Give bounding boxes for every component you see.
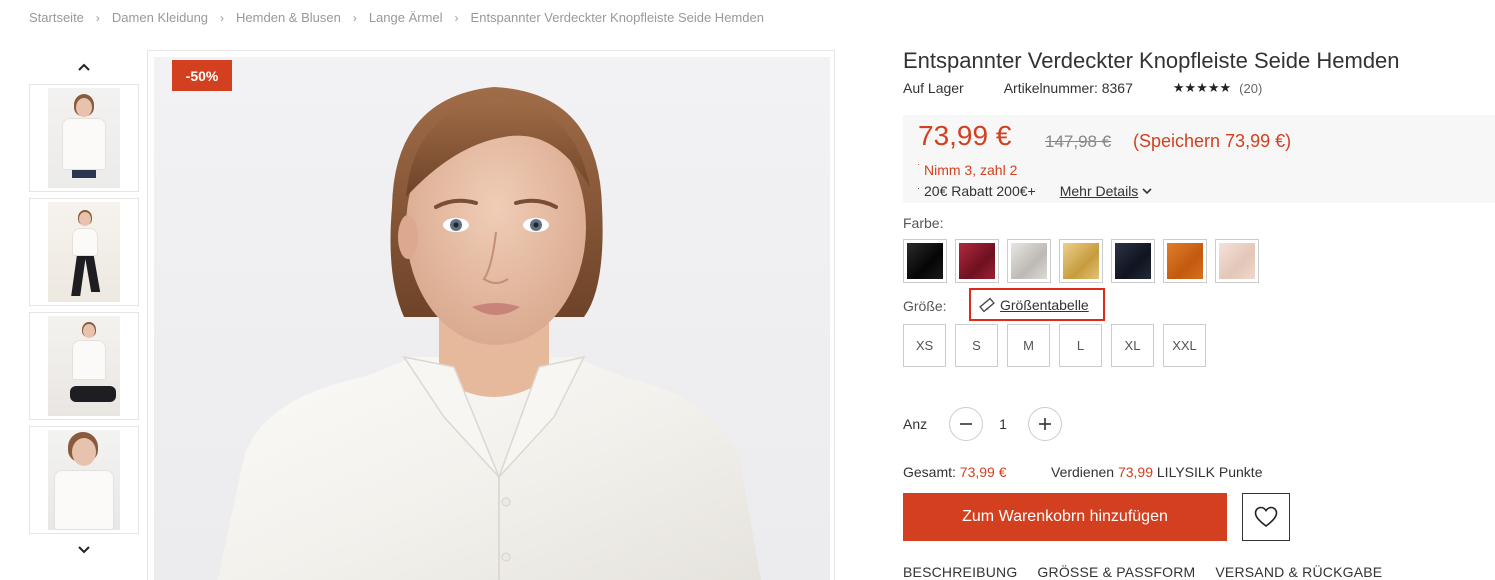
product-detail-tabs: BESCHREIBUNG GRÖSSE & PASSFORM VERSAND &… xyxy=(903,564,1402,580)
model-photo xyxy=(217,87,761,580)
total-label: Gesamt: xyxy=(903,464,956,480)
size-option-xs[interactable]: XS xyxy=(903,324,946,367)
minus-icon xyxy=(960,423,972,425)
thumbnail-3[interactable] xyxy=(29,312,139,420)
promo-text-1: Nimm 3, zahl 2 xyxy=(924,162,1018,178)
color-swatch-silver-grey[interactable] xyxy=(1007,239,1051,283)
bullet-icon: · xyxy=(917,159,920,169)
chevron-down-icon xyxy=(1142,187,1152,194)
bullet-icon: · xyxy=(917,183,920,193)
size-option-l[interactable]: L xyxy=(1059,324,1102,367)
size-chart-link[interactable]: Größentabelle xyxy=(969,288,1105,321)
color-swatches xyxy=(903,239,1267,283)
product-title: Entspannter Verdeckter Knopfleiste Seide… xyxy=(903,48,1400,73)
color-label: Farbe: xyxy=(903,215,944,231)
breadcrumb-separator: › xyxy=(352,10,357,25)
breadcrumb-separator: › xyxy=(454,10,459,25)
sku-number: Artikelnummer: 8367 xyxy=(1003,80,1133,96)
add-to-cart-button[interactable]: Zum Warenkobrn hinzufügen xyxy=(903,493,1227,541)
rating-stars-icon[interactable]: ★★★★★ xyxy=(1173,80,1231,96)
total-price: Gesamt: 73,99 € xyxy=(903,464,1007,480)
wishlist-button[interactable] xyxy=(1242,493,1290,541)
thumbnail-4[interactable] xyxy=(29,426,139,534)
savings-text: (Speichern 73,99 €) xyxy=(1133,131,1292,151)
original-price: 147,98 € xyxy=(1045,132,1112,151)
size-chart-label: Größentabelle xyxy=(1000,296,1089,313)
color-swatch-wine-red[interactable] xyxy=(955,239,999,283)
color-swatch-navy[interactable] xyxy=(1111,239,1155,283)
tab-shipping-returns[interactable]: VERSAND & RÜCKGABE xyxy=(1215,564,1382,580)
size-option-xl[interactable]: XL xyxy=(1111,324,1154,367)
points-value: 73,99 xyxy=(1117,464,1153,480)
thumbnail-gallery xyxy=(29,50,139,580)
chevron-down-icon xyxy=(78,546,90,554)
breadcrumb-current: Entspannter Verdeckter Knopfleiste Seide… xyxy=(470,10,764,25)
thumbnail-image xyxy=(48,316,120,416)
thumbnail-image xyxy=(48,430,120,530)
color-swatch-light-pink[interactable] xyxy=(1215,239,1259,283)
main-image-frame xyxy=(147,50,835,580)
quantity-label: Anz xyxy=(903,416,928,432)
total-value: 73,99 € xyxy=(959,464,1007,480)
tab-size-fit[interactable]: GRÖSSE & PASSFORM xyxy=(1037,564,1195,580)
more-details-link[interactable]: Mehr Details xyxy=(1060,183,1153,199)
breadcrumb-shirts-blouses[interactable]: Hemden & Blusen xyxy=(236,10,341,25)
promo-line-1: · Nimm 3, zahl 2 xyxy=(917,159,1018,178)
thumbnail-scroll-down-button[interactable] xyxy=(29,537,139,563)
thumbnail-image xyxy=(48,202,120,302)
size-options: XS S M L XL XXL xyxy=(903,324,1215,367)
size-option-m[interactable]: M xyxy=(1007,324,1050,367)
discount-badge: -50% xyxy=(172,60,232,91)
reward-points: Verdienen 73,99 LILYSILK Punkte xyxy=(1051,464,1262,480)
more-details-label: Mehr Details xyxy=(1059,183,1139,199)
size-option-s[interactable]: S xyxy=(955,324,998,367)
promo-line-2: · 20€ Rabatt 200€+ Mehr Details xyxy=(917,183,1152,199)
thumbnail-scroll-up-button[interactable] xyxy=(29,54,139,80)
stock-status: Auf Lager xyxy=(903,80,964,96)
plus-icon xyxy=(1039,418,1051,430)
points-prefix: Verdienen xyxy=(1051,464,1115,480)
review-count[interactable]: (20) xyxy=(1239,81,1262,96)
breadcrumb-separator: › xyxy=(95,10,100,25)
heart-icon xyxy=(1254,506,1278,528)
thumbnail-image xyxy=(48,88,120,188)
ruler-icon xyxy=(979,297,995,312)
breadcrumb-long-sleeves[interactable]: Lange Ärmel xyxy=(369,10,443,25)
chevron-up-icon xyxy=(78,63,90,71)
thumbnail-1[interactable] xyxy=(29,84,139,192)
promo-text-2: 20€ Rabatt 200€+ xyxy=(924,183,1036,199)
quantity-value[interactable]: 1 xyxy=(992,416,1014,432)
breadcrumb-women-clothing[interactable]: Damen Kleidung xyxy=(112,10,208,25)
thumbnail-2[interactable] xyxy=(29,198,139,306)
main-product-image[interactable] xyxy=(154,57,830,580)
color-swatch-black[interactable] xyxy=(903,239,947,283)
quantity-decrease-button[interactable] xyxy=(949,407,983,441)
color-swatch-orange[interactable] xyxy=(1163,239,1207,283)
size-label: Größe: xyxy=(903,298,947,314)
product-meta: Auf Lager Artikelnummer: 8367 ★★★★★ (20) xyxy=(903,80,1262,96)
price-box: 73,99 € 147,98 € (Speichern 73,99 €) · Ni… xyxy=(903,115,1495,203)
breadcrumb: Startseite › Damen Kleidung › Hemden & B… xyxy=(29,10,764,25)
size-option-xxl[interactable]: XXL xyxy=(1163,324,1206,367)
tab-description[interactable]: BESCHREIBUNG xyxy=(903,564,1017,580)
current-price: 73,99 € xyxy=(918,120,1012,151)
quantity-increase-button[interactable] xyxy=(1028,407,1062,441)
breadcrumb-home[interactable]: Startseite xyxy=(29,10,84,25)
color-swatch-gold[interactable] xyxy=(1059,239,1103,283)
breadcrumb-separator: › xyxy=(220,10,225,25)
points-suffix: LILYSILK Punkte xyxy=(1156,464,1263,480)
